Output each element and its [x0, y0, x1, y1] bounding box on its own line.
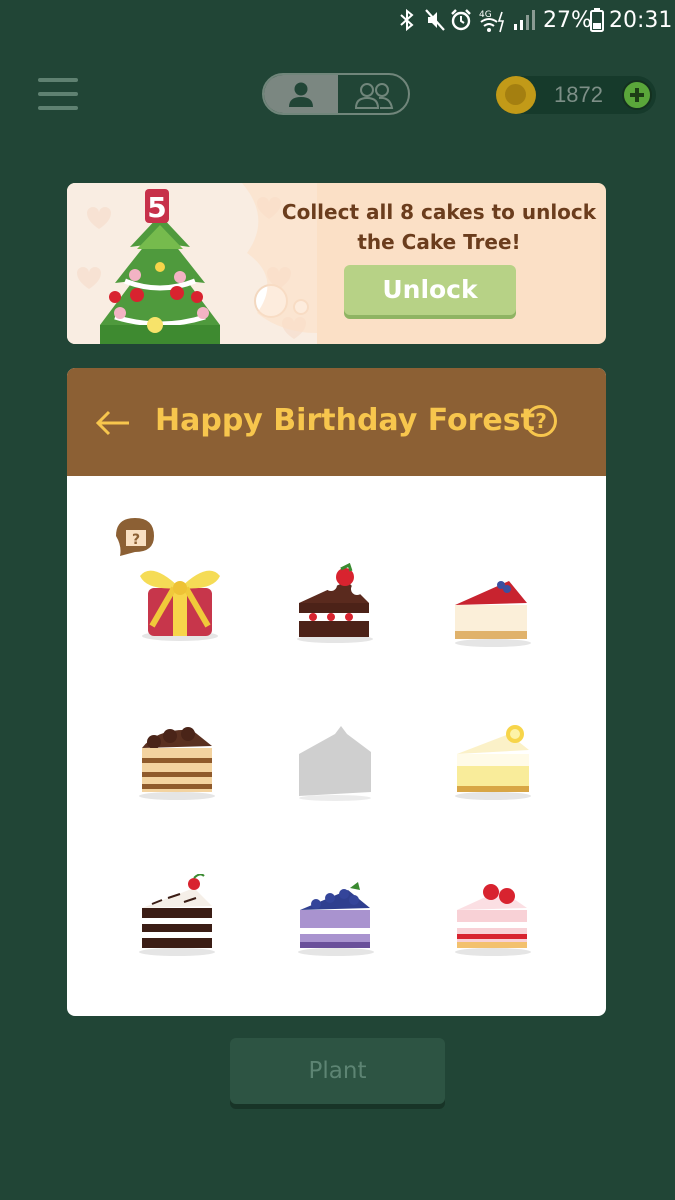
- help-button[interactable]: ?: [525, 405, 557, 437]
- cake-item-locked[interactable]: [295, 724, 425, 834]
- wifi-4g-icon: 4G: [479, 10, 505, 33]
- group-mode-button[interactable]: [338, 75, 408, 113]
- back-button[interactable]: [91, 396, 139, 448]
- cake-collection-panel: Happy Birthday Forest ? ?: [67, 368, 606, 1016]
- blueberry-cake-icon: [298, 882, 374, 956]
- arrow-left-icon: [95, 410, 129, 436]
- add-coins-button[interactable]: [622, 80, 652, 110]
- coin-balance: 1872: [496, 76, 656, 114]
- gift-box-icon: ?: [116, 518, 220, 641]
- cake-item-black-forest[interactable]: [132, 873, 262, 984]
- strawberry-shortcake-icon: [455, 884, 531, 956]
- clock: 20:31: [609, 8, 673, 33]
- locked-cake-silhouette-icon: [299, 726, 371, 801]
- cake-item-tiramisu[interactable]: [132, 720, 262, 830]
- banner-message: Collect all 8 cakes to unlock the Cake T…: [281, 200, 597, 254]
- panel-header: Happy Birthday Forest ?: [67, 368, 606, 476]
- alarm-icon: [451, 9, 471, 31]
- cake-item-strawberry-shortcake[interactable]: [449, 874, 579, 984]
- menu-icon: [38, 78, 78, 82]
- cake-item-blueberry[interactable]: [292, 876, 422, 986]
- person-icon: [289, 82, 313, 107]
- battery-percent: 27%: [543, 8, 592, 33]
- chocolate-cake-icon: [297, 562, 373, 643]
- battery-icon: [590, 8, 604, 32]
- coin-icon: [496, 76, 536, 114]
- cheesecake-icon: [455, 581, 531, 647]
- people-icon: [354, 83, 394, 109]
- tree-number: 5: [147, 191, 166, 224]
- cake-tree-icon: 5: [100, 189, 220, 344]
- black-forest-cake-icon: [139, 873, 215, 956]
- solo-mode-button[interactable]: [264, 75, 338, 113]
- lemon-cake-icon: [455, 725, 531, 800]
- signal-icon: [514, 10, 535, 30]
- unlock-button[interactable]: Unlock: [344, 265, 516, 315]
- cake-item-chocolate-strawberry[interactable]: [287, 562, 417, 673]
- cake-tree-banner: 5 Collect all 8 cakes to unlock the Cake…: [67, 183, 606, 344]
- cake-item-berry-cheesecake[interactable]: [447, 573, 577, 683]
- mute-icon: [425, 9, 445, 31]
- cake-item-gift[interactable]: ?: [112, 516, 242, 641]
- mode-toggle[interactable]: [262, 73, 410, 115]
- tiramisu-icon: [139, 727, 215, 800]
- status-bar: 4G 27% 20:31: [0, 0, 675, 42]
- menu-button[interactable]: [38, 78, 78, 112]
- panel-title: Happy Birthday Forest: [155, 403, 535, 438]
- gift-badge: ?: [132, 532, 140, 548]
- coin-count: 1872: [554, 82, 603, 107]
- plant-button[interactable]: Plant: [230, 1038, 445, 1104]
- cake-item-lemon-cheesecake[interactable]: [449, 720, 579, 830]
- bluetooth-icon: [400, 8, 414, 32]
